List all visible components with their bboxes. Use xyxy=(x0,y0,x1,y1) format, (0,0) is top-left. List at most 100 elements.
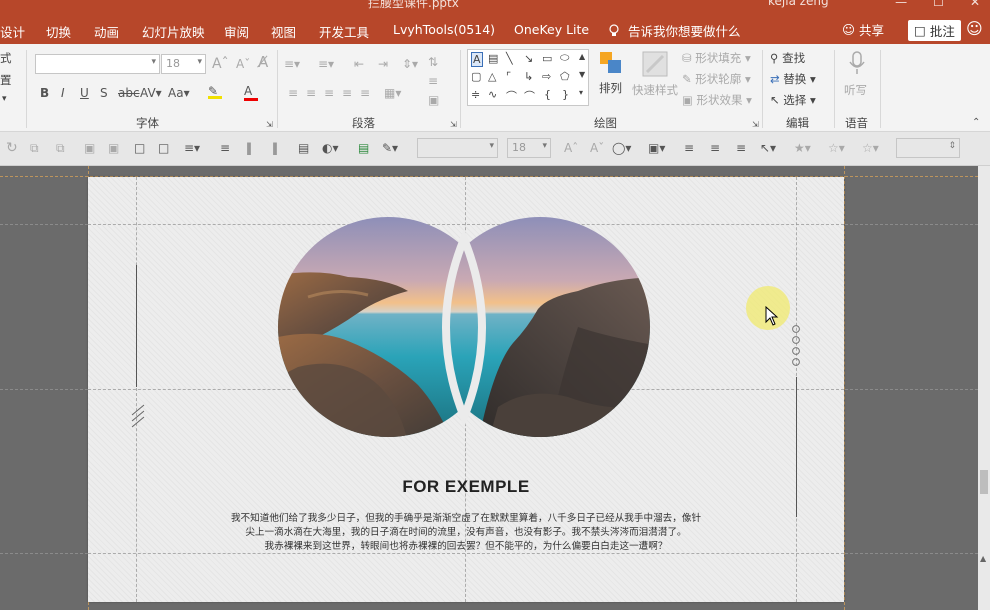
clear-format-icon[interactable]: A̸ xyxy=(258,55,268,70)
merge-shapes-icon[interactable]: ◐▾ xyxy=(322,141,339,155)
tab-lvyhtools[interactable]: LvyhTools(0514) xyxy=(393,22,495,37)
rotate-icon[interactable]: ↻ xyxy=(6,141,18,155)
slide-heading[interactable]: FOR EXEMPLE xyxy=(88,477,844,497)
tab-view[interactable]: 视图 xyxy=(271,22,296,41)
font-color-icon[interactable]: A xyxy=(244,84,258,101)
gallery-down-icon[interactable]: ▼ xyxy=(579,70,585,79)
shadow-icon[interactable]: S xyxy=(100,86,108,100)
smartart-icon[interactable]: ▣ xyxy=(428,93,439,107)
vertical-scrollbar[interactable]: ▲ xyxy=(978,166,990,610)
gallery-more-icon[interactable]: ▾ xyxy=(579,88,583,97)
arrow-line-shape-icon[interactable]: ↘ xyxy=(524,52,533,65)
drawbar-pointer-icon[interactable]: ↖▾ xyxy=(760,141,776,155)
bring-forward-icon[interactable]: ▣ xyxy=(84,141,95,155)
textbox-shape-icon[interactable]: A xyxy=(471,52,483,67)
change-case-icon[interactable]: Aa▾ xyxy=(168,86,190,100)
tab-animations[interactable]: 动画 xyxy=(94,22,119,41)
group-icon[interactable]: ⧉ xyxy=(30,141,39,155)
crop-icon[interactable]: □ xyxy=(158,141,169,155)
replace-button[interactable]: ⇄ 替换 ▾ xyxy=(770,71,816,87)
shapes-gallery[interactable]: A ▤ ╲ ↘ ▭ ⬭ ▢ △ ⌜ ↳ ⇨ ⬠ ≑ ∿ ⌒ ⌒ { } ▲ ▼ … xyxy=(467,49,589,106)
drawbar-font-combo[interactable]: ▾ xyxy=(417,138,498,158)
dictate-button[interactable]: 听写 xyxy=(842,50,872,104)
minimize-button[interactable]: — xyxy=(895,0,907,9)
align-text-icon[interactable]: ≡ xyxy=(428,74,438,88)
numbering-icon[interactable]: ≡▾ xyxy=(318,57,334,71)
char-spacing-icon[interactable]: AV▾ xyxy=(140,86,162,100)
arc-shape-icon[interactable]: ⌒ xyxy=(524,88,535,104)
drawbar-shrink-font-icon[interactable]: Aˇ xyxy=(590,141,604,155)
select-button[interactable]: ↖ 选择 ▾ xyxy=(770,92,816,108)
bold-icon[interactable]: B xyxy=(40,86,49,100)
curve-shape-icon[interactable]: ⌒ xyxy=(506,88,517,104)
tab-review[interactable]: 审阅 xyxy=(224,22,249,41)
comments-button[interactable]: □ 批注 xyxy=(908,20,961,41)
elbow-arrow-icon[interactable]: ↳ xyxy=(524,70,533,83)
maximize-button[interactable]: ☐ xyxy=(933,0,944,9)
section-dropdown-icon[interactable]: ▾ xyxy=(2,94,7,104)
paragraph-dialog-launcher-icon[interactable]: ⇲ xyxy=(450,118,457,132)
shape-outline-button[interactable]: ✎ 形状轮廓 ▾ xyxy=(682,71,751,87)
send-backward-icon[interactable]: ▣ xyxy=(108,141,119,155)
vertical-textbox-shape-icon[interactable]: ▤ xyxy=(488,52,498,65)
collapse-ribbon-icon[interactable]: ⌃ xyxy=(972,116,980,130)
align-right-icon[interactable]: ≡ xyxy=(324,86,334,100)
arrange-button[interactable]: 排列 xyxy=(595,50,627,104)
drawbar-spin-combo[interactable]: ⇕ xyxy=(896,138,960,158)
layout-partial[interactable]: 式 xyxy=(0,50,12,66)
tab-onekey[interactable]: OneKey Lite xyxy=(514,22,589,37)
text-direction-icon[interactable]: ⇅ xyxy=(428,55,438,69)
columns-icon[interactable]: ▦▾ xyxy=(384,86,401,100)
decrease-font-icon[interactable]: Aˇ xyxy=(236,57,250,71)
distribute-v-icon[interactable]: ‖ xyxy=(246,141,252,155)
share-button[interactable]: ☺ 共享 xyxy=(842,20,884,39)
rounded-rect-shape-icon[interactable]: ▢ xyxy=(471,70,481,83)
right-brace-shape-icon[interactable]: } xyxy=(562,88,569,101)
tell-me-box[interactable]: 告诉我你想要做什么 xyxy=(608,21,741,40)
tab-design[interactable]: 设计 xyxy=(0,22,25,41)
shape-fill-button[interactable]: ⛁ 形状填充 ▾ xyxy=(682,50,751,66)
feedback-smiley-icon[interactable]: ☺ xyxy=(966,19,983,38)
increase-indent-icon[interactable]: ⇥ xyxy=(378,57,388,71)
increase-font-icon[interactable]: Aˆ xyxy=(212,57,229,71)
strikethrough-icon[interactable]: abc xyxy=(118,86,140,100)
slide-body-text[interactable]: 我不知道他们给了我多少日子，但我的手确乎是渐渐空虚了在默默里算着，八千多日子已经… xyxy=(88,512,844,554)
center-v-icon[interactable]: ▤ xyxy=(298,141,309,155)
font-dialog-launcher-icon[interactable]: ⇲ xyxy=(266,118,273,132)
line-spacing-icon[interactable]: ⇕▾ xyxy=(402,57,418,71)
left-brace-shape-icon[interactable]: { xyxy=(544,88,551,101)
drawbar-star2-icon[interactable]: ☆▾ xyxy=(862,141,879,155)
drawbar-align-center-icon[interactable]: ≡ xyxy=(710,141,720,155)
decrease-indent-icon[interactable]: ⇤ xyxy=(354,57,364,71)
close-button[interactable]: ✕ xyxy=(970,0,980,9)
format-painter-icon[interactable]: ▤ xyxy=(358,141,369,155)
elbow-connector-icon[interactable]: ⌜ xyxy=(506,70,511,83)
scribble-shape-icon[interactable]: ∿ xyxy=(488,88,497,101)
shape-outline-quick-icon[interactable]: ▣▾ xyxy=(648,141,665,155)
justify-icon[interactable]: ≡ xyxy=(342,86,352,100)
drawbar-align-left-icon[interactable]: ≡ xyxy=(684,141,694,155)
scrollbar-thumb[interactable] xyxy=(980,470,988,494)
slide[interactable]: FOR EXEMPLE 我不知道他们给了我多少日子，但我的手确乎是渐渐空虚了在默… xyxy=(88,177,844,602)
distribute-h-icon[interactable]: ≡ xyxy=(220,141,230,155)
tab-slideshow[interactable]: 幻灯片放映 xyxy=(142,22,205,41)
ungroup-icon[interactable]: ⧉ xyxy=(56,141,65,155)
triangle-shape-icon[interactable]: △ xyxy=(488,70,496,83)
right-arrow-shape-icon[interactable]: ⇨ xyxy=(542,70,551,83)
underline-icon[interactable]: U xyxy=(80,86,89,100)
freeform-shape-icon[interactable]: ≑ xyxy=(471,88,480,101)
pentagon-shape-icon[interactable]: ⬠ xyxy=(560,70,570,83)
overlapping-photo-circles[interactable] xyxy=(278,217,654,443)
align-left-icon[interactable]: ≡ xyxy=(288,86,298,100)
shape-effects-button[interactable]: ▣ 形状效果 ▾ xyxy=(682,92,752,108)
gallery-up-icon[interactable]: ▲ xyxy=(579,52,585,61)
drawbar-star-icon[interactable]: ☆▾ xyxy=(828,141,845,155)
selection-pane-icon[interactable]: □ xyxy=(134,141,145,155)
rectangle-shape-icon[interactable]: ▭ xyxy=(542,52,552,65)
quick-styles-button[interactable]: 快速样式 xyxy=(632,50,678,104)
scroll-up-icon[interactable]: ▲ xyxy=(980,554,986,563)
drawbar-effects-icon[interactable]: ★▾ xyxy=(794,141,811,155)
tab-developer[interactable]: 开发工具 xyxy=(319,22,369,41)
shape-fill-quick-icon[interactable]: ◯▾ xyxy=(612,141,631,155)
tab-transitions[interactable]: 切换 xyxy=(46,22,71,41)
